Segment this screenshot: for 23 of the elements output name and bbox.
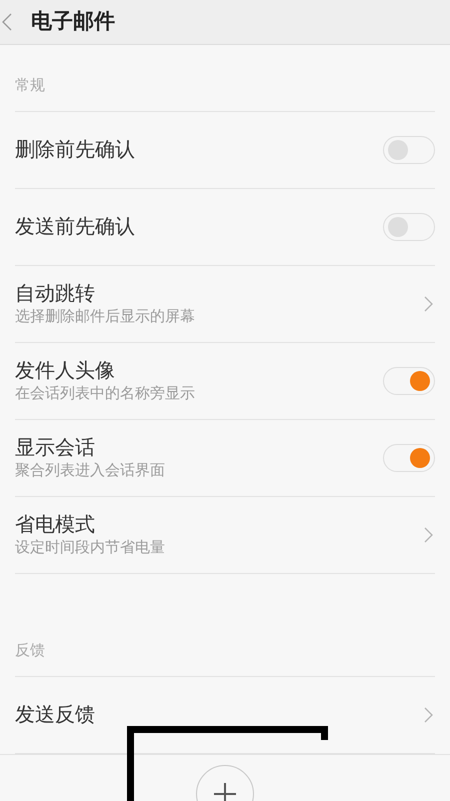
setting-description: 选择删除邮件后显示的屏幕 — [15, 307, 195, 327]
chevron-right-icon — [424, 296, 433, 312]
toggle-switch[interactable] — [383, 136, 435, 164]
toggle-switch[interactable] — [383, 213, 435, 241]
setting-label[interactable]: 显示会话 — [15, 435, 165, 461]
section-header: 反馈 — [15, 640, 45, 661]
setting-description: 设定时间段内节省电量 — [15, 538, 165, 558]
setting-label[interactable]: 省电模式 — [15, 512, 165, 538]
setting-label[interactable]: 发送反馈 — [15, 702, 95, 728]
chevron-right-icon — [424, 527, 433, 543]
setting-label[interactable]: 发送前先确认 — [15, 214, 135, 240]
setting-label[interactable]: 发件人头像 — [15, 358, 195, 384]
setting-label[interactable]: 自动跳转 — [15, 281, 195, 307]
back-icon[interactable] — [2, 13, 12, 31]
chevron-right-icon — [424, 707, 433, 723]
toggle-switch[interactable] — [383, 444, 435, 472]
setting-description: 在会话列表中的名称旁显示 — [15, 384, 195, 404]
section-header: 常规 — [15, 76, 45, 96]
page-title: 电子邮件 — [31, 9, 115, 36]
setting-description: 聚合列表进入会话界面 — [15, 461, 165, 481]
setting-label[interactable]: 删除前先确认 — [15, 137, 135, 163]
toggle-switch[interactable] — [383, 367, 435, 395]
plus-icon — [213, 782, 237, 801]
